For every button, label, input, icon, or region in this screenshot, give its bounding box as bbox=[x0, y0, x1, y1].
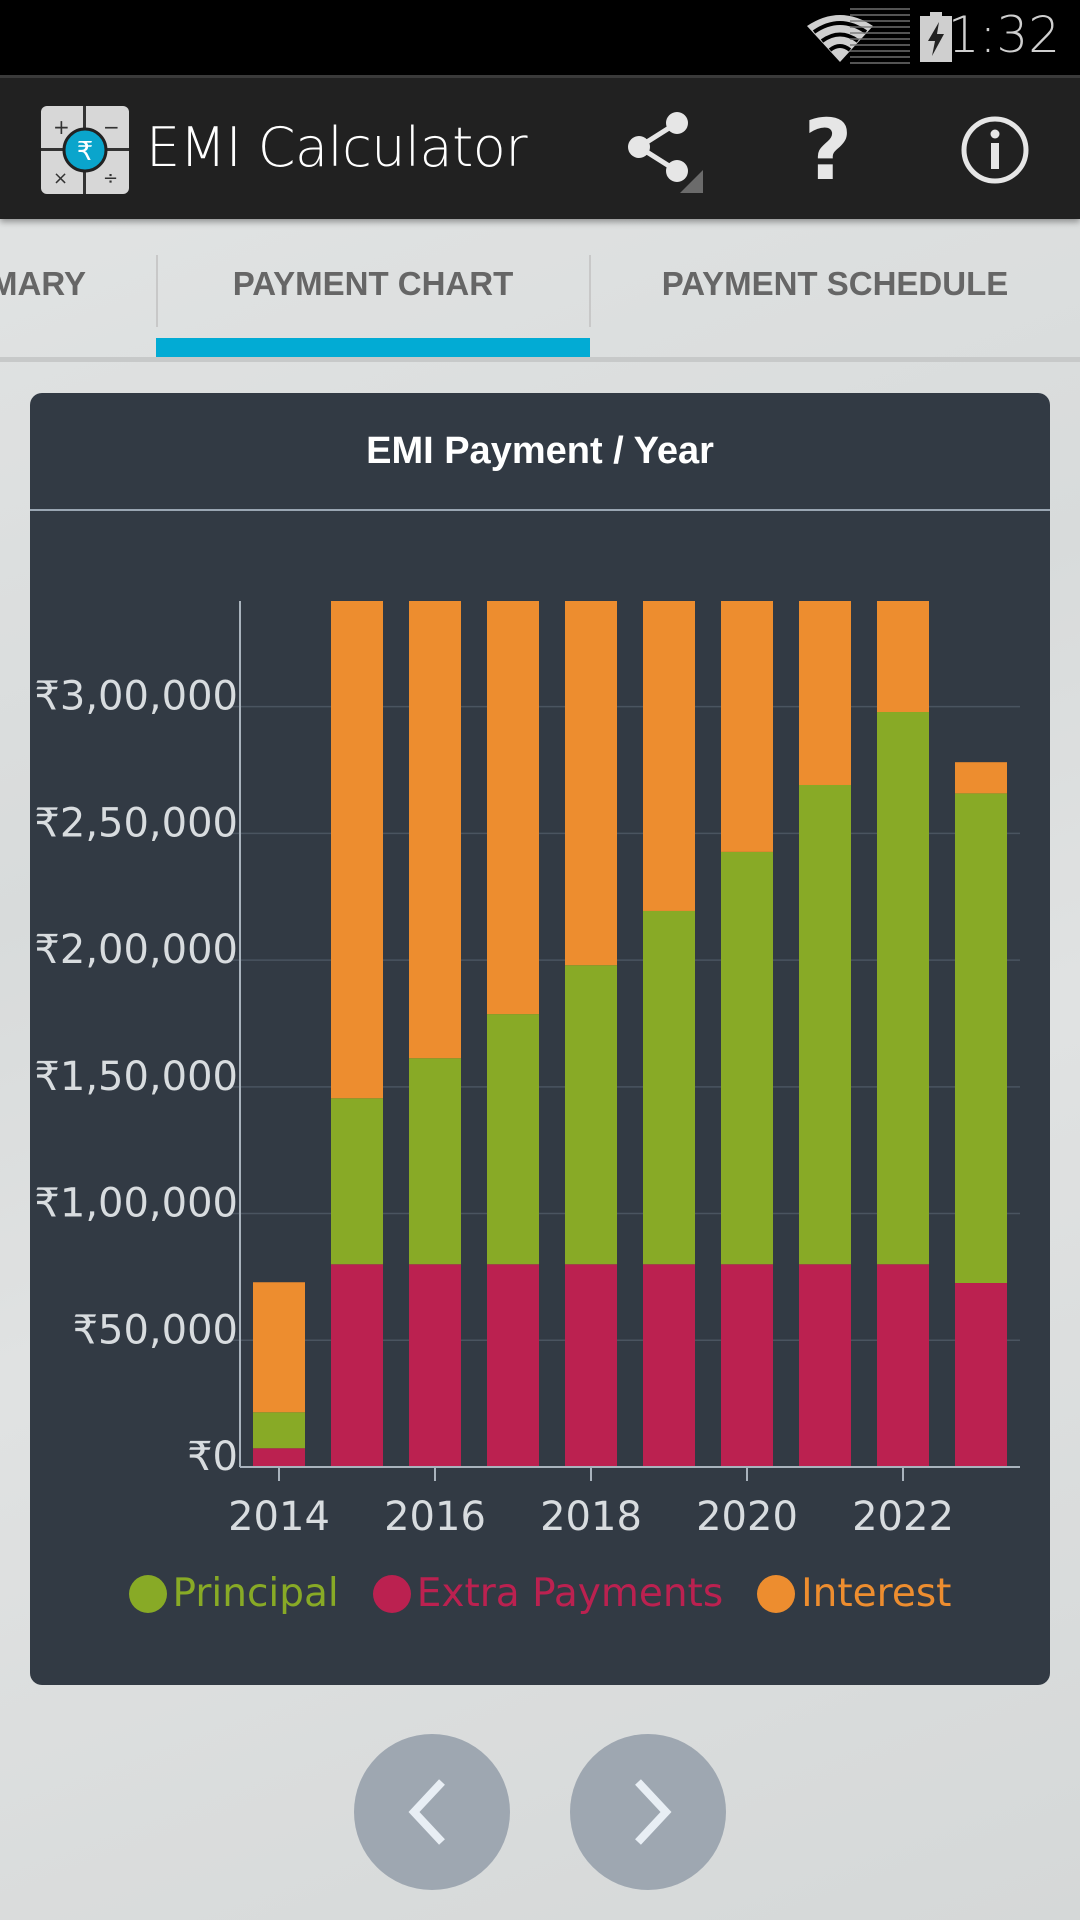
tab-payment-schedule-label: PAYMENT SCHEDULE bbox=[661, 265, 1009, 302]
svg-text:−: − bbox=[103, 115, 120, 139]
principal-bar bbox=[409, 1058, 461, 1265]
previous-chevron-icon bbox=[408, 1779, 445, 1845]
principal-bar bbox=[565, 965, 617, 1265]
app-title: EMI Calculator bbox=[146, 116, 528, 179]
interest-bar bbox=[955, 762, 1007, 794]
action-bar: + − × ÷ ₹ EMI Calculator ? bbox=[0, 75, 1080, 219]
y-tick-label: ₹2,50,000 bbox=[34, 800, 238, 846]
help-button[interactable]: ? bbox=[778, 100, 878, 200]
y-tick-label: ₹3,00,000 bbox=[34, 674, 238, 720]
extra-payment-bar bbox=[643, 1264, 695, 1467]
legend-dot-interest bbox=[757, 1574, 796, 1613]
chart-legend: Principal Extra Payments Interest bbox=[30, 1571, 1050, 1616]
info-icon bbox=[961, 116, 1029, 184]
next-button[interactable] bbox=[570, 1734, 726, 1890]
interest-bar bbox=[487, 601, 539, 1015]
app-calculator-rupee-icon: + − × ÷ ₹ bbox=[41, 106, 129, 194]
svg-text:₹: ₹ bbox=[77, 137, 94, 167]
principal-bar bbox=[721, 851, 773, 1265]
interest-bar bbox=[643, 601, 695, 911]
interest-bar bbox=[409, 601, 461, 1059]
tab-payment-schedule[interactable]: PAYMENT SCHEDULE bbox=[590, 219, 1080, 361]
extra-payment-bar bbox=[877, 1264, 929, 1467]
legend-item-interest[interactable]: Interest bbox=[757, 1571, 951, 1616]
help-icon: ? bbox=[803, 101, 853, 199]
legend-dot-principal bbox=[128, 1574, 167, 1613]
legend-label-extra-payments: Extra Payments bbox=[416, 1571, 724, 1616]
tab-bar: MARY PAYMENT CHART PAYMENT SCHEDULE bbox=[0, 219, 1080, 362]
principal-bar bbox=[253, 1412, 305, 1449]
interest-bar bbox=[565, 601, 617, 966]
principal-bar bbox=[331, 1098, 383, 1265]
extra-payment-bar bbox=[331, 1264, 383, 1467]
x-tick-label: 2018 bbox=[540, 1494, 642, 1540]
principal-bar bbox=[487, 1014, 539, 1265]
next-chevron-icon bbox=[635, 1779, 672, 1845]
principal-bar bbox=[877, 712, 929, 1265]
info-button[interactable] bbox=[945, 100, 1045, 200]
x-tick-label: 2022 bbox=[852, 1494, 954, 1540]
principal-bar bbox=[643, 910, 695, 1265]
y-tick-label: ₹0 bbox=[187, 1434, 238, 1480]
extra-payment-bar bbox=[799, 1264, 851, 1467]
svg-text:÷: ÷ bbox=[103, 168, 118, 189]
tab-summary[interactable]: MARY bbox=[0, 219, 156, 361]
x-tick-label: 2014 bbox=[228, 1494, 330, 1540]
tab-payment-chart-label: PAYMENT CHART bbox=[232, 265, 514, 302]
clock: 1:32 bbox=[947, 6, 1060, 64]
x-tick-label: 2020 bbox=[696, 1494, 798, 1540]
legend-item-extra-payments[interactable]: Extra Payments bbox=[372, 1571, 724, 1616]
share-button[interactable] bbox=[610, 100, 710, 200]
share-icon bbox=[628, 112, 703, 193]
tab-summary-label: MARY bbox=[0, 265, 86, 302]
legend-item-principal[interactable]: Principal bbox=[128, 1571, 339, 1616]
interest-bar bbox=[331, 601, 383, 1099]
extra-payment-bar bbox=[565, 1264, 617, 1467]
extra-payment-bar bbox=[409, 1264, 461, 1467]
signal-noise-icon bbox=[850, 8, 910, 66]
extra-payment-bar bbox=[955, 1283, 1007, 1467]
tab-bar-baseline bbox=[0, 357, 1080, 362]
legend-label-principal: Principal bbox=[172, 1571, 339, 1616]
principal-bar bbox=[955, 793, 1007, 1284]
interest-bar bbox=[877, 601, 929, 713]
status-bar: 1:32 bbox=[0, 0, 1080, 75]
legend-label-interest: Interest bbox=[801, 1571, 952, 1616]
payment-chart: ₹0 ₹50,000 ₹1,00,000 ₹1,50,000 ₹2,00,000 ₹2,5… bbox=[34, 601, 1020, 1540]
previous-button[interactable] bbox=[354, 1734, 510, 1890]
y-tick-label: ₹50,000 bbox=[73, 1307, 238, 1353]
x-tick-label: 2016 bbox=[384, 1494, 486, 1540]
y-tick-label: ₹1,50,000 bbox=[34, 1054, 238, 1100]
interest-bar bbox=[799, 601, 851, 785]
extra-payment-bar bbox=[253, 1448, 305, 1467]
legend-dot-extra-payments bbox=[372, 1574, 411, 1613]
interest-bar bbox=[721, 601, 773, 852]
extra-payment-bar bbox=[721, 1264, 773, 1467]
svg-text:+: + bbox=[53, 115, 70, 139]
y-tick-label: ₹2,00,000 bbox=[34, 927, 238, 973]
interest-bar bbox=[253, 1282, 305, 1413]
chart-card: EMI Payment / Year ₹0 ₹50,000 ₹1,00,000 ₹1,… bbox=[30, 393, 1050, 1685]
svg-text:×: × bbox=[53, 168, 68, 189]
principal-bar bbox=[799, 784, 851, 1265]
y-tick-label: ₹1,00,000 bbox=[34, 1181, 238, 1227]
extra-payment-bar bbox=[487, 1264, 539, 1467]
